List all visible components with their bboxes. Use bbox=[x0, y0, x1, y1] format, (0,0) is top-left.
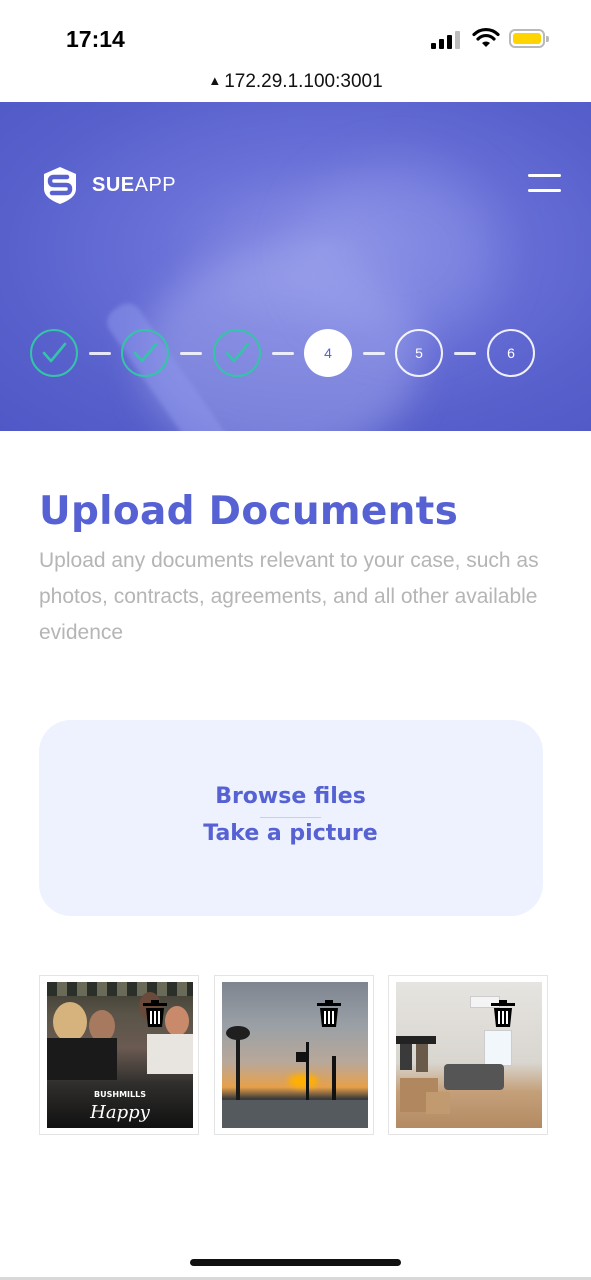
step-connector bbox=[180, 352, 202, 355]
url-text: ▲ 172.29.1.100:3001 bbox=[208, 71, 382, 92]
step-2-completed bbox=[121, 329, 169, 377]
address-bar[interactable]: ▲ 172.29.1.100:3001 bbox=[0, 66, 591, 102]
photo-script-text: Happy bbox=[90, 1102, 150, 1123]
battery-icon bbox=[509, 29, 549, 48]
browse-files-button[interactable]: Browse files bbox=[0, 784, 581, 809]
trash-icon[interactable] bbox=[490, 1000, 516, 1028]
step-connector bbox=[454, 352, 476, 355]
step-number: 4 bbox=[324, 345, 332, 361]
page-description: Upload any documents relevant to your ca… bbox=[39, 549, 539, 644]
step-number: 6 bbox=[507, 345, 515, 361]
status-time: 17:14 bbox=[66, 26, 125, 52]
home-indicator[interactable] bbox=[190, 1259, 401, 1266]
divider bbox=[260, 817, 321, 818]
step-connector bbox=[272, 352, 294, 355]
check-icon bbox=[42, 342, 67, 363]
trash-icon[interactable] bbox=[142, 1000, 168, 1028]
step-4-current: 4 bbox=[304, 329, 352, 377]
trash-icon[interactable] bbox=[316, 1000, 342, 1028]
photo-sunset-beach bbox=[222, 982, 368, 1128]
photo-group-party: BUSHMILLS Happy bbox=[47, 982, 193, 1128]
cellular-signal-icon bbox=[431, 31, 463, 49]
uploaded-thumbnail[interactable] bbox=[214, 975, 374, 1135]
step-6-upcoming: 6 bbox=[487, 329, 535, 377]
wifi-icon bbox=[472, 27, 500, 47]
photo-caption: BUSHMILLS bbox=[94, 1090, 146, 1099]
uploaded-thumbnail[interactable] bbox=[388, 975, 548, 1135]
step-connector bbox=[89, 352, 111, 355]
page-title: Upload Documents bbox=[39, 489, 459, 534]
logo-text: SUEAPP bbox=[92, 173, 177, 196]
uploaded-thumbnail[interactable]: BUSHMILLS Happy bbox=[39, 975, 199, 1135]
hamburger-menu-icon[interactable] bbox=[528, 174, 561, 194]
sueapp-logo-icon bbox=[44, 167, 76, 204]
step-connector bbox=[363, 352, 385, 355]
photo-room-interior bbox=[396, 982, 542, 1128]
url-value: 172.29.1.100:3001 bbox=[224, 71, 383, 92]
upload-dropzone[interactable] bbox=[39, 720, 543, 916]
step-1-completed bbox=[30, 329, 78, 377]
step-number: 5 bbox=[415, 345, 423, 361]
check-icon bbox=[225, 342, 250, 363]
logo[interactable]: SUEAPP bbox=[40, 165, 176, 205]
warning-triangle-icon: ▲ bbox=[208, 73, 222, 88]
step-5-upcoming: 5 bbox=[395, 329, 443, 377]
hero-header: SUEAPP 4 5 6 bbox=[0, 102, 591, 431]
status-bar: 17:14 bbox=[0, 0, 591, 66]
step-3-completed bbox=[213, 329, 261, 377]
check-icon bbox=[133, 342, 158, 363]
take-picture-button[interactable]: Take a picture bbox=[0, 821, 581, 846]
